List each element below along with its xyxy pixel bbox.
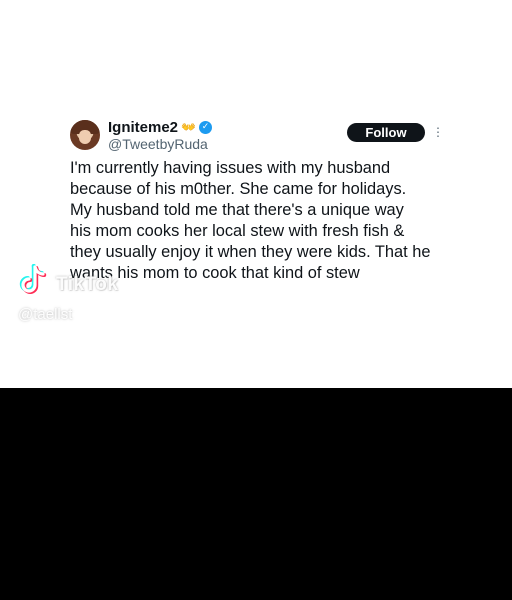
- more-vertical-icon[interactable]: ⋮: [432, 124, 444, 140]
- follow-button[interactable]: Follow: [347, 123, 425, 142]
- user-handle[interactable]: @TweetbyRuda: [108, 136, 208, 152]
- hands-emoji: 👐: [181, 120, 196, 134]
- tweet-line: because of his m0ther. She came for holi…: [70, 180, 407, 198]
- tweet-line: they usually enjoy it when they were kid…: [70, 243, 431, 261]
- tiktok-brand-text: TikTok: [56, 274, 119, 295]
- display-name[interactable]: Igniteme2: [108, 119, 178, 136]
- name-row: Igniteme2 👐 ✓: [108, 118, 212, 136]
- tweet-line: My husband told me that there's a unique…: [70, 201, 404, 219]
- verified-badge-icon: ✓: [198, 120, 212, 134]
- avatar-face: [79, 130, 91, 144]
- avatar[interactable]: [70, 120, 100, 150]
- black-letterbox: [0, 388, 512, 600]
- tweet-line: his mom cooks her local stew with fresh …: [70, 222, 405, 240]
- tiktok-handle-text: @taellst: [18, 306, 73, 323]
- tweet-line: I'm currently having issues with my husb…: [70, 159, 391, 177]
- tiktok-watermark: TikTok @taellst: [18, 264, 158, 334]
- tiktok-logo-icon: [19, 264, 47, 294]
